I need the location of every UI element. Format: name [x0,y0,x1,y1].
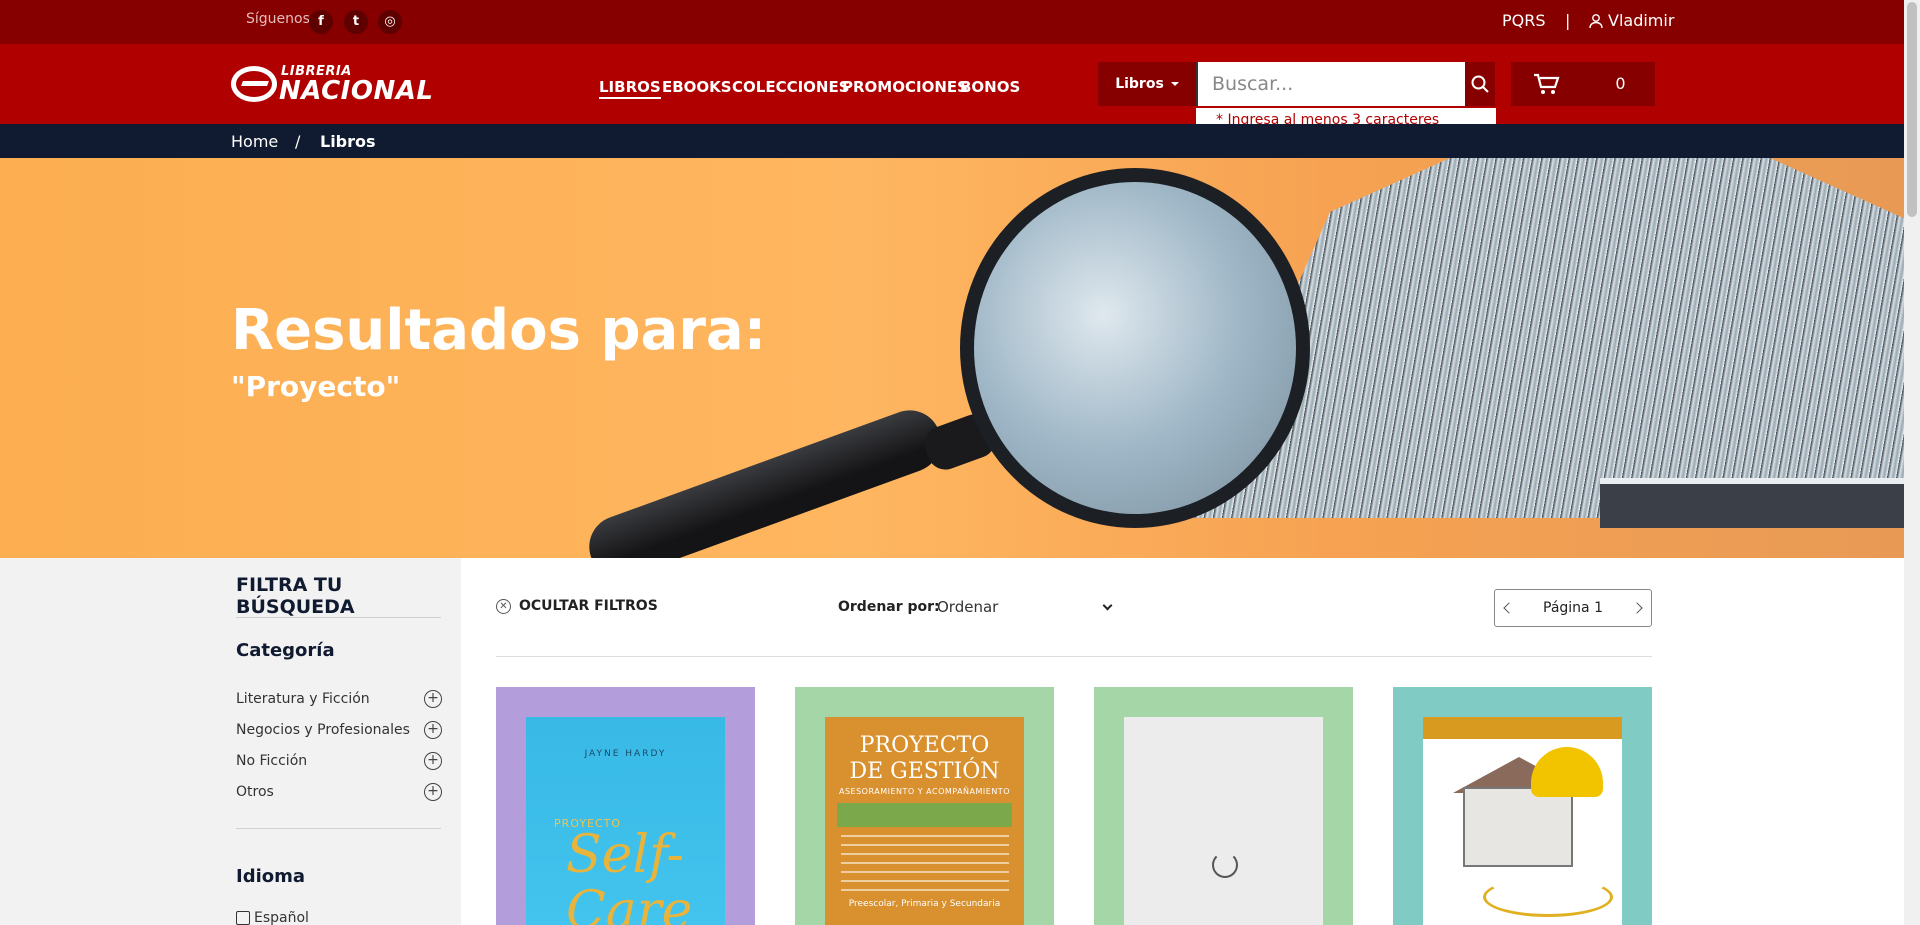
book-cover-image[interactable] [1423,717,1622,925]
nav-promociones[interactable]: PROMOCIONES [842,78,968,96]
hide-filters-label: OCULTAR FILTROS [519,598,658,614]
search-icon [1471,75,1489,93]
user-name: Vladimir [1608,11,1675,30]
close-circle-icon: ✕ [496,598,511,614]
order-label: Ordenar por: [838,599,940,615]
next-page-icon[interactable] [1631,602,1643,614]
category-label: Otros [236,784,274,800]
follow-label: Síguenos [246,11,310,27]
chevron-down-icon [1102,600,1113,610]
search-button[interactable] [1465,62,1495,106]
magnifier-lens-image [960,168,1310,528]
filter-divider [236,617,441,618]
user-account-link[interactable]: Vladimir [1588,11,1674,30]
house-image [1463,787,1573,867]
caret-down-icon [1170,82,1179,86]
cable-image [1483,877,1613,917]
category-heading: Categoría [236,640,335,661]
nav-colecciones[interactable]: COLECCIONES [732,78,850,96]
category-item[interactable]: Literatura y Ficción + [236,690,442,708]
cart-icon [1534,73,1560,94]
loading-spinner-icon [1212,852,1238,878]
cover-text-lines [841,835,1009,895]
toolbar-divider [496,656,1652,657]
top-bar: Síguenos f t ◎ PQRS | Vladimir [0,0,1904,44]
category-label: Literatura y Ficción [236,691,370,707]
checkbox[interactable] [236,911,250,925]
results-query: "Proyecto" [231,370,401,403]
facebook-icon[interactable]: f [309,10,333,34]
filter-divider [236,828,441,829]
site-logo[interactable]: LIBRERIA NACIONAL [231,64,434,108]
hide-filters-button[interactable]: ✕ OCULTAR FILTROS [496,598,658,614]
magnifier-handle-image [580,401,950,558]
book-cover-image[interactable]: PROYECTO DE GESTIÓN ASESORAMIENTO Y ACOM… [825,717,1024,925]
nav-ebooks[interactable]: EBOOKS [662,78,732,96]
page-label: Página 1 [1543,600,1603,616]
book-cover-image[interactable]: JAYNE HARDY PROYECTO Self-Care [526,717,725,925]
expand-plus-icon[interactable]: + [424,783,442,801]
product-card[interactable]: PROYECTO DE GESTIÓN ASESORAMIENTO Y ACOM… [795,687,1054,925]
cart-count: 0 [1615,74,1626,93]
expand-plus-icon[interactable]: + [424,690,442,708]
results-hero-banner: Resultados para: "Proyecto" [0,158,1904,558]
topbar-separator: | [1565,11,1571,30]
cover-subtitle: ASESORAMIENTO Y ACOMPAÑAMIENTO [839,787,1010,796]
pagination: Página 1 [1494,589,1652,627]
user-icon [1589,13,1603,28]
results-title: Resultados para: [231,298,767,363]
cover-band [1423,717,1622,739]
breadcrumb-separator: / [295,132,301,151]
category-item[interactable]: Otros + [236,783,442,801]
hard-hat-image [1531,747,1603,797]
category-label: No Ficción [236,753,308,769]
logo-mark-icon [231,66,277,102]
book-cover-placeholder[interactable] [1124,717,1323,925]
product-card[interactable] [1393,687,1652,925]
category-item[interactable]: No Ficción + [236,752,442,770]
cover-title-line1: PROYECTO [859,733,990,758]
product-card[interactable]: JAYNE HARDY PROYECTO Self-Care [496,687,755,925]
search-category-label: Libros [1115,76,1164,92]
category-label: Negocios y Profesionales [236,722,410,738]
filter-sidebar: FILTRA TU BÚSQUEDA Categoría Literatura … [0,558,461,925]
expand-plus-icon[interactable]: + [424,752,442,770]
nav-libros[interactable]: LIBROS [599,78,661,99]
language-option[interactable]: Español [236,910,309,925]
order-value: Ordenar [937,598,999,616]
breadcrumb-home[interactable]: Home [231,132,278,151]
nav-bonos[interactable]: BONOS [960,78,1020,96]
language-heading: Idioma [236,866,306,887]
search-input[interactable] [1196,62,1465,106]
logo-text-big: NACIONAL [279,76,434,106]
language-label: Español [254,910,309,925]
scrollbar-thumb[interactable] [1907,2,1917,217]
twitter-icon[interactable]: t [344,10,368,34]
prev-page-icon[interactable] [1503,602,1515,614]
page-scrollbar[interactable] [1904,0,1920,925]
cover-title-big: Self-Care [566,825,693,925]
cover-band [837,803,1012,827]
product-card[interactable] [1094,687,1353,925]
cover-title-line2: DE GESTIÓN [849,759,1000,784]
expand-plus-icon[interactable]: + [424,721,442,739]
search-category-dropdown[interactable]: Libros [1098,62,1196,106]
cover-author: JAYNE HARDY [584,749,667,759]
instagram-icon[interactable]: ◎ [378,10,402,34]
pqrs-link[interactable]: PQRS [1502,11,1546,30]
order-select[interactable]: Ordenar [937,596,1115,618]
cart-button[interactable]: 0 [1511,62,1655,106]
breadcrumb-current: Libros [320,132,376,151]
hero-book-base [1600,478,1904,528]
filter-title: FILTRA TU BÚSQUEDA [236,574,355,618]
cover-footer: Preescolar, Primaria y Secundaria [848,899,1001,909]
category-item[interactable]: Negocios y Profesionales + [236,721,442,739]
breadcrumb: Home / Libros [0,124,1904,158]
